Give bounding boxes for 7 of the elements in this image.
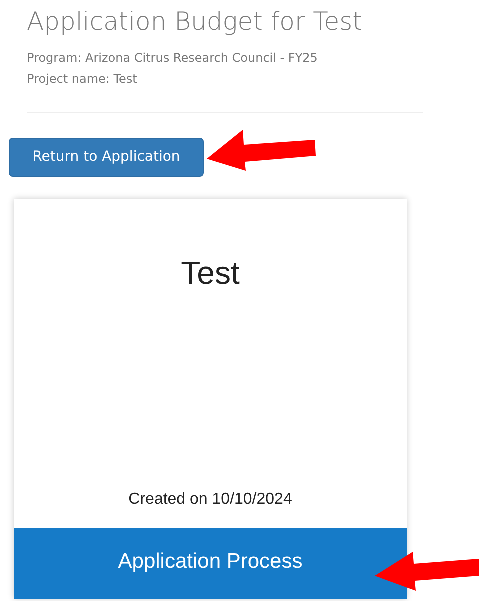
page-title: Application Budget for Test bbox=[27, 6, 364, 38]
program-label: Program: Arizona Citrus Research Council - FY25 bbox=[27, 50, 319, 67]
project-name-label: Project name: Test bbox=[27, 71, 138, 88]
application-process-button[interactable]: Application Process bbox=[14, 528, 407, 599]
card-title: Test bbox=[180, 254, 241, 293]
created-date: Created on 10/10/2024 bbox=[128, 491, 292, 508]
return-to-application-button[interactable]: Return to Application bbox=[9, 138, 204, 177]
